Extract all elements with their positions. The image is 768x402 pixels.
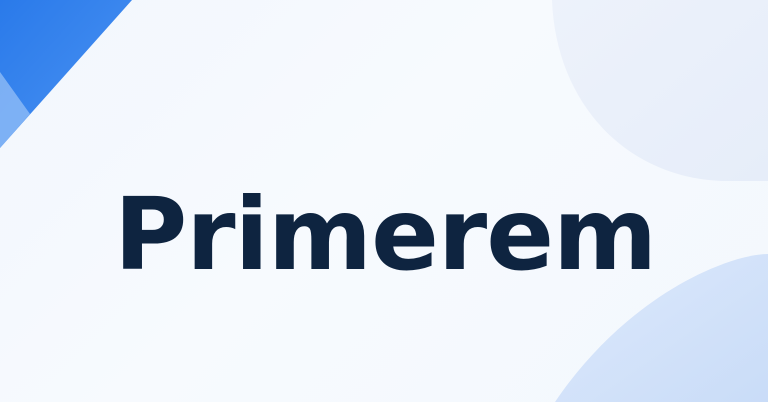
soft-circle-shape xyxy=(552,0,768,181)
hero-banner: Primerem xyxy=(0,0,768,402)
corner-accent-shape xyxy=(0,0,132,148)
brand-wordmark: Primerem xyxy=(114,176,657,293)
